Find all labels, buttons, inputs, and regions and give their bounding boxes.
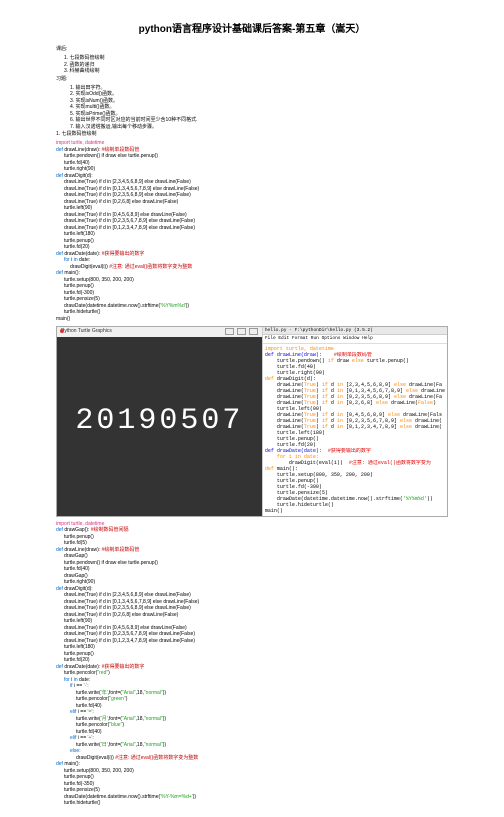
close-icon[interactable] xyxy=(249,328,258,335)
code-line: import turtle, datetime xyxy=(56,140,104,146)
idle-body: import turtle, datetimedef drawLine(draw… xyxy=(263,344,447,516)
window-title: Python Turtle Graphics xyxy=(61,328,112,336)
idle-titlebar: hello.py - F:\pythonDir\hello.py (3.5.2) xyxy=(263,327,447,335)
turtle-window: Python Turtle Graphics 20190507 xyxy=(57,327,262,516)
idle-menu[interactable]: File Edit Format Run Options Window Help xyxy=(263,335,447,343)
code-line: main() xyxy=(56,316,448,323)
minimize-icon[interactable] xyxy=(225,328,234,335)
window-titlebar: Python Turtle Graphics xyxy=(57,327,262,337)
code-line: turtle.hideturtle() xyxy=(64,800,448,807)
page-title: python语言程序设计基础课后答案-第五章（嵩天） xyxy=(56,20,448,35)
document-page: python语言程序设计基础课后答案-第五章（嵩天） 课后: 1. 七段数码管绘… xyxy=(0,0,504,817)
section-num: 1. 七段数码管绘制 xyxy=(56,130,448,137)
ladybug-icon xyxy=(60,329,64,333)
code-block: import turtle, datetime def drawGap(): #… xyxy=(56,521,448,807)
screenshot: Python Turtle Graphics 20190507 hello.py… xyxy=(56,326,448,517)
idle-window: hello.py - F:\pythonDir\hello.py (3.5.2)… xyxy=(262,327,447,516)
seven-seg-display: 20190507 xyxy=(75,404,243,438)
outline-header: 课后: xyxy=(56,45,448,52)
outline-header: 习题: xyxy=(56,75,448,82)
maximize-icon[interactable] xyxy=(237,328,246,335)
code-line: import turtle, datetime xyxy=(56,521,104,527)
code-block: import turtle, datetime def drawLine(dra… xyxy=(56,140,448,322)
window-buttons xyxy=(225,328,258,336)
